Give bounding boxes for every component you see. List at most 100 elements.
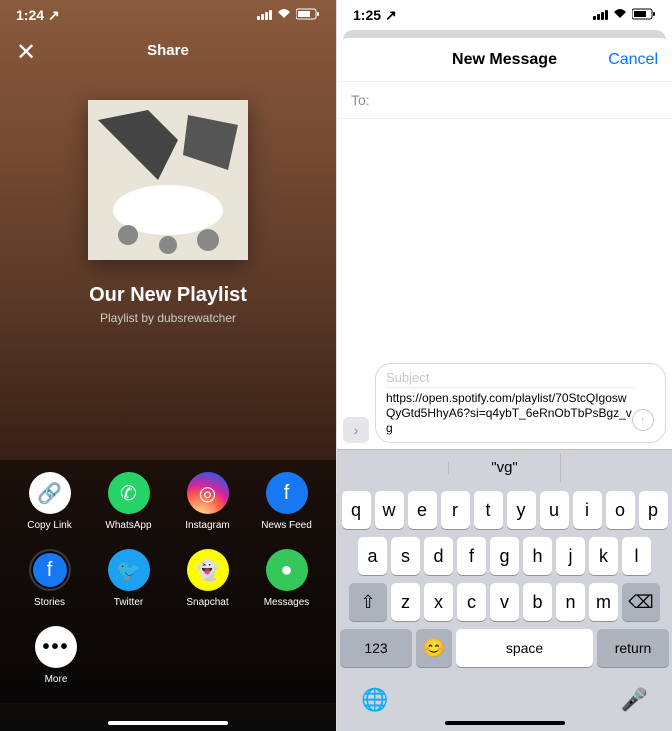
wifi-icon <box>612 7 628 23</box>
share-twitter[interactable]: 🐦 Twitter <box>93 549 165 608</box>
key-m[interactable]: m <box>589 583 618 621</box>
compose-sheet: New Message Cancel To: › Subject https:/… <box>337 38 672 731</box>
status-time: 1:24 <box>16 7 44 23</box>
key-h[interactable]: h <box>523 537 552 575</box>
cancel-button[interactable]: Cancel <box>608 51 658 69</box>
signal-icon <box>257 10 272 20</box>
playlist-subtitle: Playlist by dubsrewatcher <box>100 311 236 325</box>
share-label: News Feed <box>261 520 312 531</box>
predictive-center[interactable]: "vg" <box>449 453 561 482</box>
key-k[interactable]: k <box>589 537 618 575</box>
key-a[interactable]: a <box>358 537 387 575</box>
playlist-title: Our New Playlist <box>89 284 247 307</box>
status-bar: 1:25 ↗ <box>337 0 672 30</box>
key-v[interactable]: v <box>490 583 519 621</box>
key-backspace[interactable]: ⌫ <box>622 583 660 621</box>
mic-icon[interactable]: 🎤 <box>621 687 648 713</box>
key-shift[interactable]: ⇧ <box>349 583 387 621</box>
share-label: Messages <box>264 597 310 608</box>
link-icon: 🔗 <box>29 472 71 514</box>
apps-toggle-icon[interactable]: › <box>343 417 369 443</box>
home-indicator[interactable] <box>445 721 565 725</box>
close-icon[interactable]: ✕ <box>16 38 36 67</box>
location-icon: ↗ <box>48 7 60 24</box>
more-icon: ••• <box>35 626 77 668</box>
key-i[interactable]: i <box>573 491 602 529</box>
key-e[interactable]: e <box>408 491 437 529</box>
share-whatsapp[interactable]: ✆ WhatsApp <box>93 472 165 531</box>
key-y[interactable]: y <box>507 491 536 529</box>
share-title: Share <box>147 42 189 59</box>
playlist-artwork <box>88 100 248 260</box>
snapchat-icon: 👻 <box>187 549 229 591</box>
share-copy-link[interactable]: 🔗 Copy Link <box>14 472 86 531</box>
imessage-compose-screen: 1:25 ↗ New Message Cancel To: › Subject <box>336 0 672 731</box>
globe-icon[interactable]: 🌐 <box>361 687 388 713</box>
predictive-right[interactable] <box>561 462 672 474</box>
key-t[interactable]: t <box>474 491 503 529</box>
key-row-2: a s d f g h j k l <box>340 537 669 575</box>
message-body[interactable]: https://open.spotify.com/playlist/70StcQ… <box>386 391 635 436</box>
message-header: New Message Cancel <box>337 38 672 82</box>
share-label: More <box>45 674 68 685</box>
status-bar: 1:24 ↗ <box>0 0 336 30</box>
share-messages[interactable]: ● Messages <box>251 549 323 608</box>
share-label: Copy Link <box>27 520 71 531</box>
key-p[interactable]: p <box>639 491 668 529</box>
key-b[interactable]: b <box>523 583 552 621</box>
signal-icon <box>593 10 608 20</box>
key-o[interactable]: o <box>606 491 635 529</box>
key-q[interactable]: q <box>342 491 371 529</box>
key-z[interactable]: z <box>391 583 420 621</box>
battery-icon <box>296 7 320 23</box>
spotify-share-screen: 1:24 ↗ ✕ Share Our New Playlist Playlist… <box>0 0 336 731</box>
message-input[interactable]: Subject https://open.spotify.com/playlis… <box>375 363 666 443</box>
share-label: WhatsApp <box>105 520 151 531</box>
share-stories[interactable]: f Stories <box>14 549 86 608</box>
key-f[interactable]: f <box>457 537 486 575</box>
key-x[interactable]: x <box>424 583 453 621</box>
key-s[interactable]: s <box>391 537 420 575</box>
location-icon: ↗ <box>385 7 397 24</box>
twitter-icon: 🐦 <box>108 549 150 591</box>
share-label: Stories <box>34 597 65 608</box>
key-l[interactable]: l <box>622 537 651 575</box>
whatsapp-icon: ✆ <box>108 472 150 514</box>
facebook-stories-icon: f <box>29 549 71 591</box>
share-header: ✕ Share <box>0 30 336 70</box>
key-emoji[interactable]: 😊 <box>416 629 452 667</box>
key-n[interactable]: n <box>556 583 585 621</box>
predictive-left[interactable] <box>337 462 449 474</box>
key-r[interactable]: r <box>441 491 470 529</box>
key-row-4: 123 😊 space return <box>340 629 669 667</box>
home-indicator[interactable] <box>108 721 228 725</box>
send-button[interactable]: ↑ <box>632 409 654 431</box>
share-label: Twitter <box>114 597 143 608</box>
messages-icon: ● <box>266 549 308 591</box>
key-w[interactable]: w <box>375 491 404 529</box>
playlist-info: Our New Playlist Playlist by dubsrewatch… <box>0 100 336 325</box>
key-g[interactable]: g <box>490 537 519 575</box>
share-label: Snapchat <box>186 597 228 608</box>
key-j[interactable]: j <box>556 537 585 575</box>
share-instagram[interactable]: ◎ Instagram <box>172 472 244 531</box>
instagram-icon: ◎ <box>187 472 229 514</box>
key-u[interactable]: u <box>540 491 569 529</box>
subject-placeholder[interactable]: Subject <box>386 370 635 388</box>
share-news-feed[interactable]: f News Feed <box>251 472 323 531</box>
wifi-icon <box>276 7 292 23</box>
key-return[interactable]: return <box>597 629 669 667</box>
key-c[interactable]: c <box>457 583 486 621</box>
share-more[interactable]: ••• More <box>20 626 92 685</box>
key-row-3: ⇧ z x c v b n m ⌫ <box>340 583 669 621</box>
battery-icon <box>632 7 656 23</box>
key-space[interactable]: space <box>456 629 593 667</box>
compose-area: › Subject https://open.spotify.com/playl… <box>337 119 672 449</box>
to-field[interactable]: To: <box>337 82 672 119</box>
share-options-grid: 🔗 Copy Link ✆ WhatsApp ◎ Instagram f New… <box>0 460 336 703</box>
key-123[interactable]: 123 <box>340 629 412 667</box>
share-snapchat[interactable]: 👻 Snapchat <box>172 549 244 608</box>
key-row-1: q w e r t y u i o p <box>340 491 669 529</box>
predictive-bar: "vg" <box>337 449 672 485</box>
key-d[interactable]: d <box>424 537 453 575</box>
